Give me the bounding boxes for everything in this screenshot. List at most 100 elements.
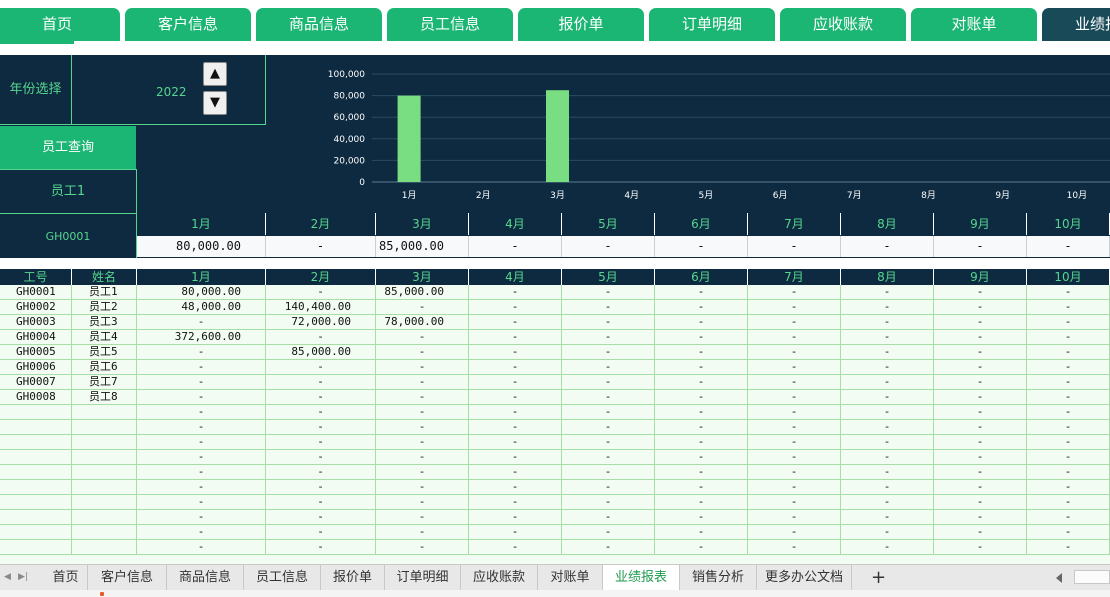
table-cell[interactable]: 员工2 bbox=[72, 300, 137, 315]
table-cell[interactable]: - bbox=[376, 390, 469, 405]
table-cell[interactable]: - bbox=[934, 330, 1027, 345]
table-cell[interactable]: - bbox=[137, 420, 266, 435]
table-cell[interactable]: - bbox=[469, 420, 562, 435]
sheet-tab[interactable]: 订单明细 bbox=[385, 565, 461, 590]
table-cell[interactable]: - bbox=[655, 330, 748, 345]
sheet-tab[interactable]: 业绩报表 bbox=[603, 565, 680, 590]
table-cell[interactable]: - bbox=[655, 420, 748, 435]
table-cell[interactable]: - bbox=[1027, 420, 1110, 435]
table-cell[interactable] bbox=[72, 450, 137, 465]
table-cell[interactable]: - bbox=[841, 360, 934, 375]
table-cell[interactable]: - bbox=[1027, 330, 1110, 345]
table-cell[interactable]: - bbox=[137, 480, 266, 495]
table-cell[interactable]: - bbox=[376, 300, 469, 315]
table-cell[interactable]: - bbox=[266, 390, 376, 405]
table-cell[interactable]: - bbox=[655, 510, 748, 525]
table-cell[interactable]: - bbox=[748, 360, 841, 375]
table-cell[interactable]: - bbox=[376, 405, 469, 420]
table-cell[interactable]: - bbox=[1027, 300, 1110, 315]
table-cell[interactable]: - bbox=[376, 495, 469, 510]
table-cell[interactable]: - bbox=[841, 420, 934, 435]
table-cell[interactable]: - bbox=[376, 375, 469, 390]
table-cell[interactable]: - bbox=[748, 525, 841, 540]
nav-tab[interactable]: 对账单 bbox=[911, 8, 1037, 41]
table-cell[interactable]: - bbox=[841, 405, 934, 420]
table-cell[interactable]: - bbox=[1027, 405, 1110, 420]
table-cell[interactable] bbox=[0, 465, 72, 480]
table-cell[interactable]: - bbox=[655, 300, 748, 315]
table-cell[interactable]: - bbox=[562, 465, 655, 480]
sheet-tab[interactable]: 员工信息 bbox=[244, 565, 321, 590]
table-cell[interactable]: - bbox=[562, 285, 655, 300]
table-cell[interactable]: - bbox=[655, 345, 748, 360]
table-cell[interactable]: - bbox=[1027, 540, 1110, 555]
table-cell[interactable]: - bbox=[266, 330, 376, 345]
table-cell[interactable]: - bbox=[266, 405, 376, 420]
table-cell[interactable]: - bbox=[562, 390, 655, 405]
table-cell[interactable]: - bbox=[841, 315, 934, 330]
table-cell[interactable]: - bbox=[841, 510, 934, 525]
sheet-tab[interactable]: 商品信息 bbox=[167, 565, 244, 590]
table-cell[interactable]: - bbox=[1027, 360, 1110, 375]
table-cell[interactable]: 372,600.00 bbox=[137, 330, 266, 345]
table-cell[interactable]: - bbox=[655, 465, 748, 480]
table-cell[interactable]: - bbox=[748, 330, 841, 345]
sheet-tab[interactable]: 报价单 bbox=[321, 565, 385, 590]
table-cell[interactable]: - bbox=[655, 405, 748, 420]
table-cell[interactable]: - bbox=[748, 300, 841, 315]
table-cell[interactable]: 80,000.00 bbox=[137, 285, 266, 300]
table-cell[interactable]: 员工7 bbox=[72, 375, 137, 390]
table-cell[interactable]: - bbox=[748, 285, 841, 300]
table-cell[interactable]: - bbox=[841, 450, 934, 465]
table-cell[interactable]: - bbox=[469, 390, 562, 405]
table-cell[interactable]: - bbox=[655, 540, 748, 555]
table-cell[interactable]: - bbox=[562, 525, 655, 540]
table-cell[interactable]: - bbox=[469, 525, 562, 540]
table-cell[interactable]: - bbox=[748, 435, 841, 450]
table-cell[interactable]: - bbox=[934, 525, 1027, 540]
table-cell[interactable]: - bbox=[934, 390, 1027, 405]
table-cell[interactable]: - bbox=[266, 465, 376, 480]
table-cell[interactable]: - bbox=[934, 405, 1027, 420]
sheet-tab[interactable]: 首页 bbox=[44, 565, 88, 590]
sheet-tab[interactable]: 对账单 bbox=[538, 565, 603, 590]
nav-tab[interactable]: 报价单 bbox=[518, 8, 644, 41]
table-cell[interactable]: - bbox=[137, 465, 266, 480]
table-cell[interactable]: - bbox=[655, 375, 748, 390]
table-cell[interactable]: 48,000.00 bbox=[137, 300, 266, 315]
table-cell[interactable]: 员工5 bbox=[72, 345, 137, 360]
table-cell[interactable] bbox=[72, 420, 137, 435]
table-cell[interactable]: - bbox=[562, 450, 655, 465]
table-cell[interactable]: GH0002 bbox=[0, 300, 72, 315]
table-cell[interactable]: - bbox=[748, 450, 841, 465]
table-cell[interactable]: - bbox=[137, 345, 266, 360]
table-cell[interactable]: - bbox=[655, 525, 748, 540]
nav-tab[interactable]: 应收账款 bbox=[780, 8, 906, 41]
table-cell[interactable]: - bbox=[469, 405, 562, 420]
table-cell[interactable]: - bbox=[1027, 375, 1110, 390]
table-cell[interactable]: - bbox=[562, 300, 655, 315]
table-cell[interactable]: - bbox=[1027, 480, 1110, 495]
table-cell[interactable]: - bbox=[655, 285, 748, 300]
table-cell[interactable]: 员工8 bbox=[72, 390, 137, 405]
year-down-button[interactable]: ▼ bbox=[203, 91, 227, 115]
table-cell[interactable]: - bbox=[376, 435, 469, 450]
nav-tab[interactable]: 员工信息 bbox=[387, 8, 513, 41]
table-cell[interactable]: - bbox=[376, 480, 469, 495]
table-cell[interactable]: - bbox=[266, 525, 376, 540]
table-cell[interactable]: - bbox=[376, 450, 469, 465]
table-cell[interactable]: - bbox=[266, 375, 376, 390]
table-cell[interactable]: 员工6 bbox=[72, 360, 137, 375]
table-cell[interactable]: - bbox=[748, 495, 841, 510]
nav-tab[interactable]: 首页 bbox=[0, 8, 120, 41]
table-cell[interactable]: - bbox=[376, 360, 469, 375]
sheet-tab[interactable]: 应收账款 bbox=[461, 565, 538, 590]
table-cell[interactable]: - bbox=[266, 435, 376, 450]
table-cell[interactable]: - bbox=[934, 345, 1027, 360]
table-cell[interactable]: - bbox=[748, 390, 841, 405]
table-cell[interactable] bbox=[0, 420, 72, 435]
table-cell[interactable]: - bbox=[562, 405, 655, 420]
table-cell[interactable]: - bbox=[266, 420, 376, 435]
table-cell[interactable]: - bbox=[841, 525, 934, 540]
table-cell[interactable]: - bbox=[376, 330, 469, 345]
